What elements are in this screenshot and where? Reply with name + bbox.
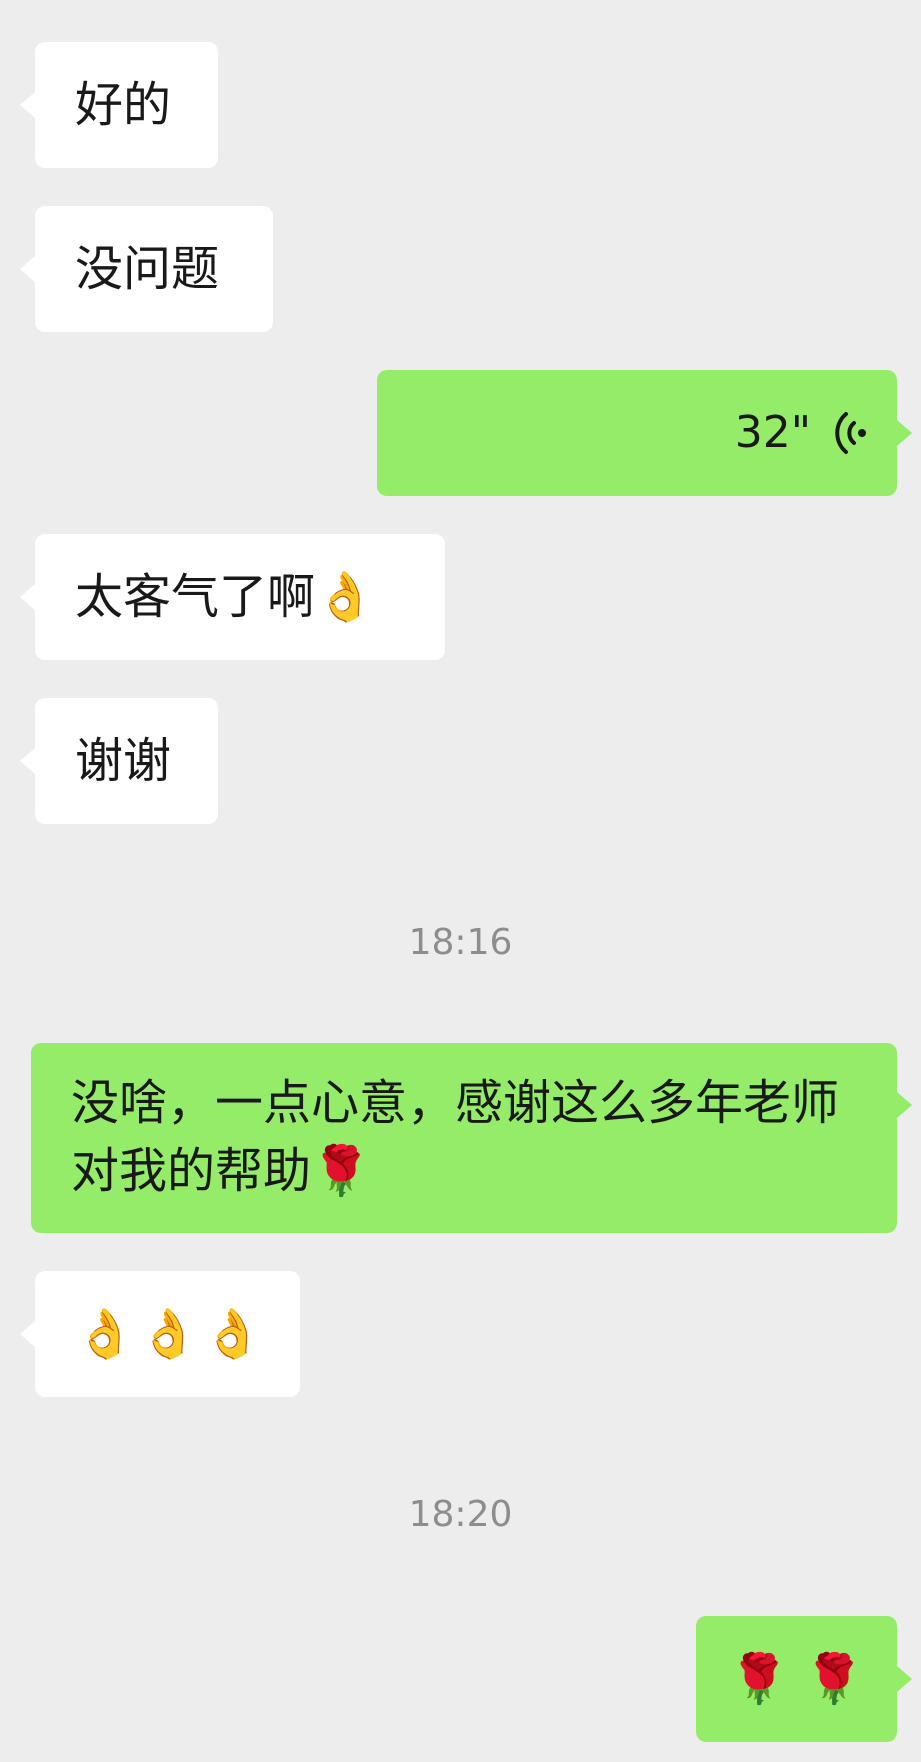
message-bubble-incoming[interactable]: 太客气了啊👌 — [20, 534, 445, 660]
message-text: 好的 — [75, 77, 172, 133]
message-bubble-incoming[interactable]: 好的 — [20, 42, 218, 168]
message-text: 没啥，一点心意，感谢这么多年老师对我的帮助🌹 — [71, 1075, 840, 1199]
voice-duration: 32" — [734, 407, 811, 458]
voice-wave-icon — [833, 407, 869, 459]
timestamp: 18:20 — [408, 1494, 513, 1535]
message-bubble-outgoing[interactable]: 🌹 🌹 — [696, 1616, 912, 1742]
message-text: 谢谢 — [75, 733, 172, 789]
message-text: 没问题 — [75, 241, 220, 297]
message-text: 👌👌👌 — [75, 1306, 267, 1362]
voice-message-bubble[interactable]: 32" — [377, 370, 912, 496]
message-text: 太客气了啊👌 — [75, 569, 375, 625]
message-bubble-incoming[interactable]: 👌👌👌 — [20, 1271, 300, 1397]
message-text: 🌹 🌹 — [729, 1651, 864, 1707]
message-bubble-incoming[interactable]: 没问题 — [20, 206, 273, 332]
message-bubble-incoming[interactable]: 谢谢 — [20, 698, 218, 824]
timestamp: 18:16 — [408, 922, 513, 963]
message-bubble-outgoing[interactable]: 没啥，一点心意，感谢这么多年老师对我的帮助🌹 — [31, 1043, 912, 1233]
